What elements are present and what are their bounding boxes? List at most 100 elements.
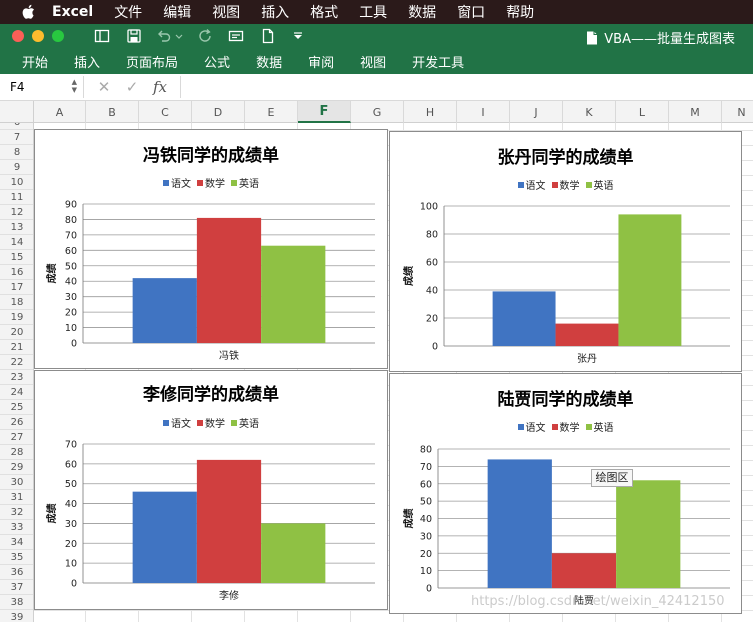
bar-2[interactable] (616, 480, 681, 588)
row-header-27[interactable]: 27 (0, 430, 33, 445)
redo-icon[interactable] (198, 28, 214, 44)
column-header-n[interactable]: N (722, 101, 753, 123)
insert-function-button[interactable]: fx (146, 78, 174, 96)
minimize-window-button[interactable] (32, 30, 44, 42)
row-header-25[interactable]: 25 (0, 400, 33, 415)
select-all-corner[interactable] (0, 101, 34, 123)
column-header-a[interactable]: A (34, 101, 86, 123)
bar-2[interactable] (261, 523, 326, 583)
tab-page-layout[interactable]: 页面布局 (113, 52, 191, 71)
chart-zhangdan[interactable]: 张丹同学的成绩单 语文 数学 英语 0 20 40 60 80 100 张丹 成绩 (389, 131, 742, 372)
bar-1[interactable] (196, 459, 262, 583)
formula-input[interactable] (180, 76, 753, 98)
row-header-13[interactable]: 13 (0, 220, 33, 235)
menu-help[interactable]: 帮助 (506, 2, 534, 22)
row-header-28[interactable]: 28 (0, 445, 33, 460)
row-header-15[interactable]: 15 (0, 250, 33, 265)
enter-icon[interactable]: ✓ (118, 78, 146, 96)
row-header-19[interactable]: 19 (0, 310, 33, 325)
chart-plot[interactable]: 0 10 20 30 40 50 60 70 李修 成绩 (35, 371, 387, 609)
tab-developer[interactable]: 开发工具 (399, 52, 477, 71)
save-icon[interactable] (126, 28, 142, 44)
row-header-8[interactable]: 8 (0, 145, 33, 160)
row-header-30[interactable]: 30 (0, 475, 33, 490)
bar-0[interactable] (132, 278, 197, 343)
tab-review[interactable]: 审阅 (295, 52, 347, 71)
column-header-d[interactable]: D (192, 101, 245, 123)
row-header-21[interactable]: 21 (0, 340, 33, 355)
row-header-7[interactable]: 7 (0, 130, 33, 145)
chart-plot[interactable]: 0 10 20 30 40 50 60 70 80 90 冯铁 成绩 (35, 130, 387, 368)
column-header-e[interactable]: E (245, 101, 298, 123)
new-document-icon[interactable] (260, 28, 276, 44)
menu-file[interactable]: 文件 (114, 2, 142, 22)
tab-insert[interactable]: 插入 (61, 52, 113, 71)
column-header-l[interactable]: L (616, 101, 669, 123)
row-header-10[interactable]: 10 (0, 175, 33, 190)
tab-data[interactable]: 数据 (243, 52, 295, 71)
tab-formulas[interactable]: 公式 (191, 52, 243, 71)
column-header-h[interactable]: H (404, 101, 457, 123)
row-header-34[interactable]: 34 (0, 535, 33, 550)
row-header-31[interactable]: 31 (0, 490, 33, 505)
bar-0[interactable] (492, 291, 556, 346)
form-icon[interactable] (228, 28, 244, 44)
tab-view[interactable]: 视图 (347, 52, 399, 71)
column-header-c[interactable]: C (139, 101, 192, 123)
column-header-b[interactable]: B (86, 101, 139, 123)
column-header-g[interactable]: G (351, 101, 404, 123)
row-header-24[interactable]: 24 (0, 385, 33, 400)
column-header-i[interactable]: I (457, 101, 510, 123)
customize-toolbar-icon[interactable] (292, 28, 304, 44)
undo-icon[interactable] (156, 28, 172, 44)
chart-plot[interactable]: 01020304050607080陆贾成绩 (390, 374, 741, 613)
bar-1[interactable] (196, 217, 262, 343)
row-header-26[interactable]: 26 (0, 415, 33, 430)
chart-plot[interactable]: 0 20 40 60 80 100 张丹 成绩 (390, 132, 741, 371)
row-header-18[interactable]: 18 (0, 295, 33, 310)
name-box[interactable]: F4 ▲ ▼ (0, 76, 84, 98)
column-header-j[interactable]: J (510, 101, 563, 123)
tab-home[interactable]: 开始 (0, 52, 61, 71)
chart-lujia[interactable]: 陆贾同学的成绩单 语文 数学 英语 0 10 20 30 40 50 60 70 80 陆贾 成绩 (389, 373, 742, 614)
bar-2[interactable] (261, 245, 326, 343)
bar-1[interactable] (555, 323, 619, 346)
row-header-36[interactable]: 36 (0, 565, 33, 580)
bar-2[interactable] (618, 214, 682, 346)
column-header-f[interactable]: F (298, 101, 351, 123)
cancel-icon[interactable]: ✕ (90, 78, 118, 96)
apple-logo-icon[interactable] (18, 2, 38, 22)
row-header-32[interactable]: 32 (0, 505, 33, 520)
row-header-12[interactable]: 12 (0, 205, 33, 220)
row-header-38[interactable]: 38 (0, 595, 33, 610)
row-header-23[interactable]: 23 (0, 370, 33, 385)
column-header-k[interactable]: K (563, 101, 616, 123)
menu-edit[interactable]: 编辑 (163, 2, 191, 22)
row-header-33[interactable]: 33 (0, 520, 33, 535)
sidebar-toggle-icon[interactable] (94, 28, 110, 44)
row-header-14[interactable]: 14 (0, 235, 33, 250)
row-header-22[interactable]: 22 (0, 355, 33, 370)
column-header-m[interactable]: M (669, 101, 722, 123)
row-header-16[interactable]: 16 (0, 265, 33, 280)
zoom-window-button[interactable] (52, 30, 64, 42)
bar-1[interactable] (551, 553, 617, 588)
undo-dropdown-icon[interactable] (174, 28, 184, 44)
row-header-37[interactable]: 37 (0, 580, 33, 595)
menu-format[interactable]: 格式 (310, 2, 338, 22)
row-header-20[interactable]: 20 (0, 325, 33, 340)
bar-0[interactable] (487, 459, 552, 588)
menu-excel[interactable]: Excel (52, 4, 93, 20)
row-header-6[interactable]: 6 (0, 123, 33, 130)
menu-view[interactable]: 视图 (212, 2, 240, 22)
row-header-17[interactable]: 17 (0, 280, 33, 295)
row-header-9[interactable]: 9 (0, 160, 33, 175)
name-box-stepper-icon[interactable]: ▲ ▼ (72, 78, 77, 94)
chart-fengtie[interactable]: 冯铁同学的成绩单 语文 数学 英语 0 10 20 30 40 50 60 70 80 90 冯铁 成绩 (34, 129, 388, 369)
row-header-35[interactable]: 35 (0, 550, 33, 565)
row-header-39[interactable]: 39 (0, 610, 33, 622)
menu-window[interactable]: 窗口 (457, 2, 485, 22)
menu-insert[interactable]: 插入 (261, 2, 289, 22)
close-window-button[interactable] (12, 30, 24, 42)
chart-lixiu[interactable]: 李修同学的成绩单 语文 数学 英语 0 10 20 30 40 50 60 70 李修 成绩 (34, 370, 388, 610)
